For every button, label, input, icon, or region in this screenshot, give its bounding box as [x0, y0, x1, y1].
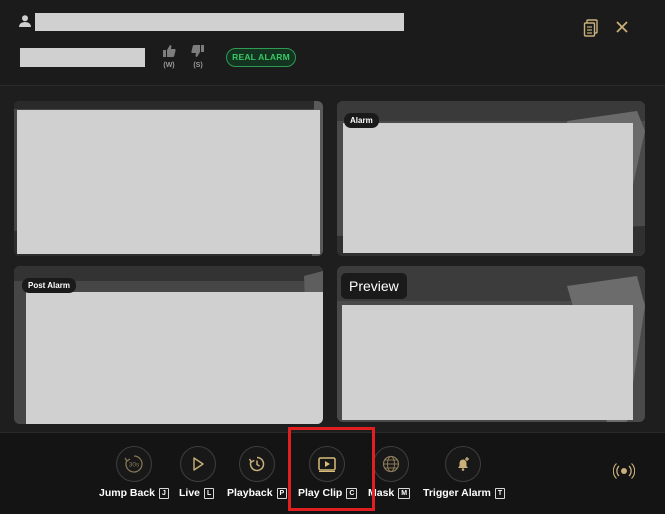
user-icon: [19, 15, 31, 27]
camera-tile-1[interactable]: [14, 101, 323, 256]
close-icon[interactable]: [614, 19, 630, 35]
jump-back-button[interactable]: 30s: [116, 446, 152, 482]
thumbs-down-icon: [191, 45, 204, 57]
shortcut-t: T: [494, 487, 506, 499]
shortcut-p: P: [276, 487, 288, 499]
mask-button[interactable]: [373, 446, 409, 482]
playback-button[interactable]: [239, 446, 275, 482]
live-label: Live L: [179, 487, 215, 499]
shortcut-j: J: [159, 487, 169, 499]
history-icon: [248, 456, 265, 472]
thumbs-up-button[interactable]: (W): [158, 44, 180, 69]
play-clip-highlight: [288, 427, 375, 511]
camera-tile-alarm[interactable]: Alarm: [337, 101, 645, 256]
live-button[interactable]: [180, 446, 216, 482]
bell-plus-icon: [458, 457, 469, 471]
trigger-alarm-button[interactable]: [445, 446, 481, 482]
document-icon[interactable]: [583, 19, 599, 37]
tile-label-alarm: Alarm: [344, 113, 379, 128]
thumbs-up-icon: [163, 45, 176, 57]
camera-name-redacted: [20, 48, 145, 67]
snapshot-redacted: [26, 292, 323, 424]
camera-tile-post-alarm[interactable]: Post Alarm: [14, 266, 323, 424]
play-icon: [193, 457, 204, 471]
camera-tile-preview[interactable]: Preview: [337, 266, 645, 422]
tile-label-preview: Preview: [341, 273, 407, 299]
snapshot-redacted: [342, 305, 633, 420]
site-name-redacted: [35, 13, 404, 31]
jump-back-label: Jump Back J: [99, 487, 169, 499]
real-alarm-badge: REAL ALARM: [226, 48, 296, 67]
snapshot-redacted: [343, 123, 633, 253]
shortcut-l: L: [204, 487, 215, 499]
svg-text:30s: 30s: [129, 462, 140, 469]
thumbs-down-button[interactable]: (S): [187, 44, 209, 69]
playback-label: Playback P: [227, 487, 288, 499]
speaker-waves-icon[interactable]: [613, 460, 635, 482]
trigger-alarm-label: Trigger Alarm T: [423, 487, 506, 499]
jump-back-30s-icon: 30s: [124, 455, 143, 473]
globe-grid-icon: [382, 455, 400, 473]
thumbs-down-shortcut: (S): [193, 62, 203, 69]
tile-label-post-alarm: Post Alarm: [22, 278, 76, 293]
thumbs-up-shortcut: (W): [163, 62, 175, 69]
shortcut-m: M: [398, 487, 411, 499]
snapshot-redacted: [17, 110, 320, 254]
